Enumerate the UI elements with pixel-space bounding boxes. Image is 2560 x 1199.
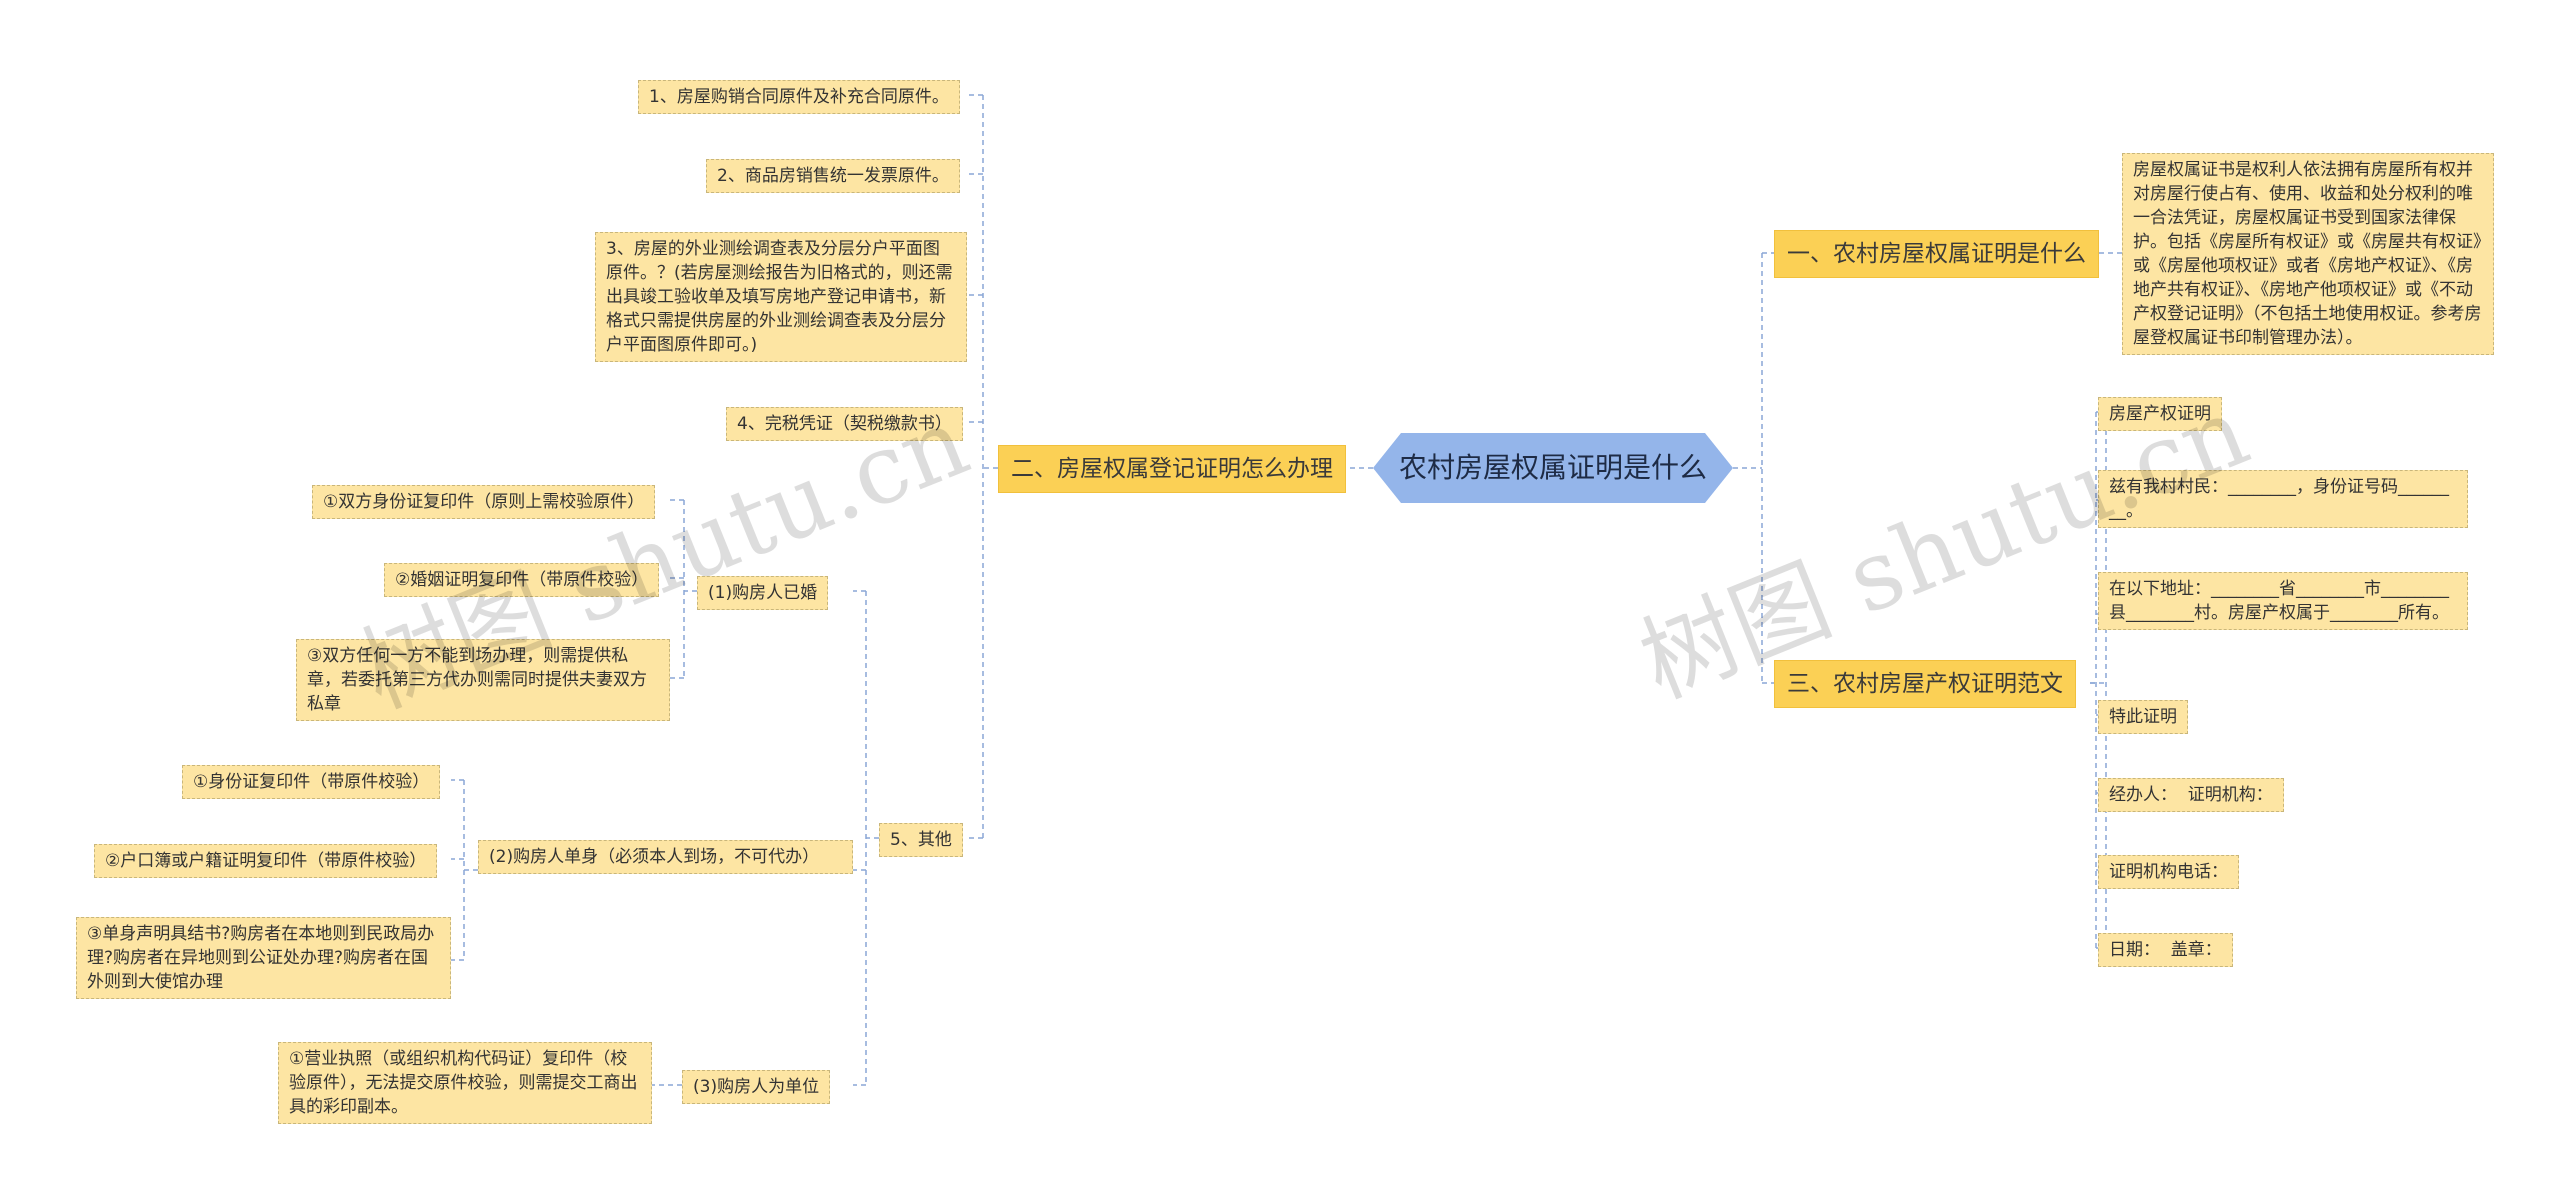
connector-i5-groups <box>853 590 879 1086</box>
married-id[interactable]: ①双方身份证复印件（原则上需校验原件） <box>312 485 656 519</box>
template-address-line[interactable]: 在以下地址：________省________市________县_______… <box>2098 572 2468 630</box>
template-certify-line[interactable]: 特此证明 <box>2098 700 2188 734</box>
single-id[interactable]: ①身份证复印件（带原件校验） <box>182 765 441 799</box>
group-unit[interactable]: (3)购房人为单位 <box>682 1070 831 1104</box>
connector-single <box>451 779 478 961</box>
mindmap-canvas: 农村房屋权属证明是什么 一、农村房屋权属证明是什么 二、房屋权属登记证明怎么办理… <box>0 0 2560 1199</box>
married-certificate[interactable]: ②婚姻证明复印件（带原件校验） <box>384 563 660 597</box>
definition-text[interactable]: 房屋权属证书是权利人依法拥有房屋所有权并对房屋行使占有、使用、收益和处分权利的唯… <box>2122 153 2494 355</box>
connector-married <box>670 499 697 679</box>
req-other[interactable]: 5、其他 <box>879 823 963 857</box>
template-villager-line[interactable]: 兹有我村村民：________，身份证号码________。 <box>2098 470 2468 528</box>
single-declaration[interactable]: ③单身声明具结书?购房者在本地则到民政局办理?购房者在异地则到公证处办理?购房者… <box>76 917 451 999</box>
template-title[interactable]: 房屋产权证明 <box>2098 397 2222 431</box>
branch-what-is[interactable]: 一、农村房屋权属证明是什么 <box>1774 230 2099 278</box>
root-node[interactable]: 农村房屋权属证明是什么 <box>1373 433 1733 503</box>
branch-template[interactable]: 三、农村房屋产权证明范文 <box>1774 660 2076 708</box>
single-household[interactable]: ②户口簿或户籍证明复印件（带原件校验） <box>94 844 438 878</box>
req-contract[interactable]: 1、房屋购销合同原件及补充合同原件。 <box>638 80 960 114</box>
branch-how-to-handle[interactable]: 二、房屋权属登记证明怎么办理 <box>998 445 1346 493</box>
template-phone-line[interactable]: 证明机构电话： <box>2098 855 2239 889</box>
req-invoice[interactable]: 2、商品房销售统一发票原件。 <box>706 159 960 193</box>
group-married[interactable]: (1)购房人已婚 <box>697 576 829 610</box>
req-tax[interactable]: 4、完税凭证（契税缴款书） <box>726 407 963 441</box>
req-survey[interactable]: 3、房屋的外业测绘调查表及分层分户平面图原件。？(若房屋测绘报告为旧格式的，则还… <box>595 232 967 362</box>
unit-license[interactable]: ①营业执照（或组织机构代码证）复印件（校验原件），无法提交原件校验，则需提交工商… <box>278 1042 652 1124</box>
connector-b2-items <box>967 94 998 839</box>
connector-root-right <box>1733 252 1774 684</box>
married-seal[interactable]: ③双方任何一方不能到场办理，则需提供私章，若委托第三方代办则需同时提供夫妻双方私… <box>296 639 670 721</box>
template-handler-line[interactable]: 经办人： 证明机构： <box>2098 778 2284 812</box>
template-date-line[interactable]: 日期： 盖章： <box>2098 933 2233 967</box>
group-single[interactable]: (2)购房人单身（必须本人到场，不可代办） <box>478 840 853 874</box>
